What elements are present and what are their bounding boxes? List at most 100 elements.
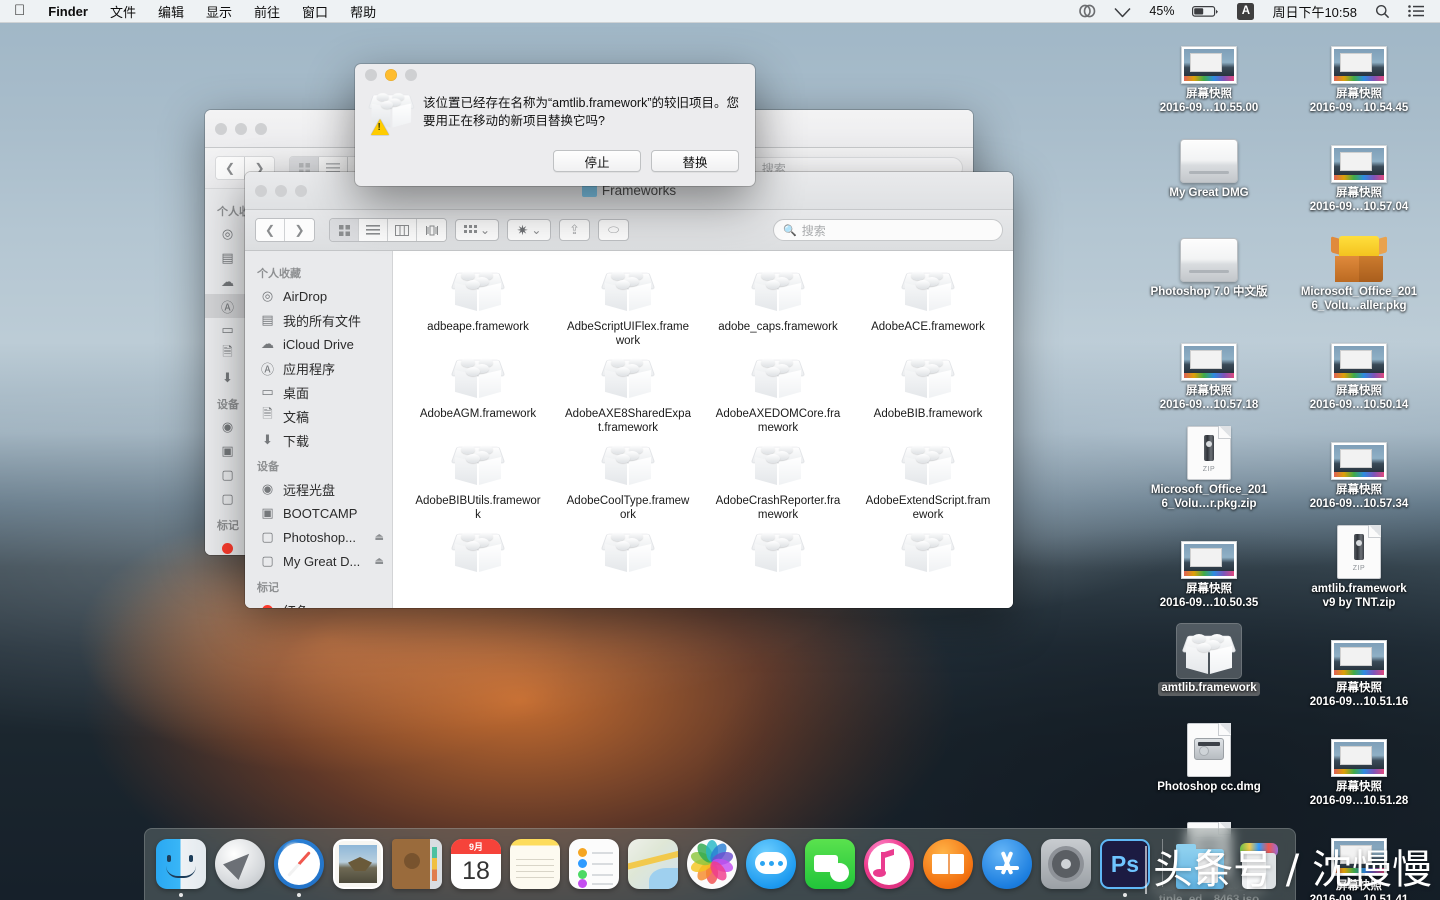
menu-item-edit[interactable]: 编辑 xyxy=(147,0,195,22)
replace-button[interactable]: 替换 xyxy=(651,150,739,172)
file-item[interactable]: adobe_caps.framework xyxy=(703,265,853,352)
window-controls-frameworks[interactable] xyxy=(245,184,307,197)
back-button[interactable]: ❮ xyxy=(216,157,245,179)
back-button[interactable]: ❮ xyxy=(256,219,285,241)
sidebar-item-all-my-files[interactable]: ▤ 我的所有文件 xyxy=(245,308,392,332)
apple-logo-icon[interactable]:  xyxy=(0,0,37,21)
sidebar-item-downloads[interactable]: ⬇ 下载 xyxy=(245,428,392,452)
dock-item-safari[interactable] xyxy=(273,839,325,897)
replace-confirmation-dialog[interactable]: 该位置已经存在名称为“amtlib.framework”的较旧项目。您要用正在移… xyxy=(355,64,755,186)
dock-item-ibooks[interactable] xyxy=(922,839,974,897)
alert-minimize-button[interactable] xyxy=(385,69,397,81)
dock[interactable]: 9月 18 Ps xyxy=(144,828,1296,900)
dock-item-trash[interactable] xyxy=(1233,843,1285,897)
nav-segment[interactable]: ❮ ❯ xyxy=(255,218,315,242)
eject-icon[interactable]: ⏏ xyxy=(375,532,384,543)
wifi-icon[interactable] xyxy=(1106,0,1139,22)
dock-item-maps[interactable] xyxy=(627,839,679,897)
dock-item-calendar[interactable]: 9月 18 xyxy=(450,839,502,897)
desktop-icon[interactable]: 屏幕快照 2016-09…10.55.00 xyxy=(1148,30,1270,115)
battery-icon[interactable] xyxy=(1184,0,1227,22)
eject-icon[interactable]: ⏏ xyxy=(375,556,384,567)
sidebar-item-applications[interactable]: Ⓐ 应用程序 xyxy=(245,356,392,380)
file-item[interactable]: AdobeBIB.framework xyxy=(853,352,1003,439)
close-button[interactable] xyxy=(215,122,227,135)
menu-item-window[interactable]: 窗口 xyxy=(291,0,339,22)
desktop-icon[interactable]: 屏幕快照 2016-09…10.57.34 xyxy=(1298,426,1420,511)
dock-item-reminders[interactable] xyxy=(568,839,620,897)
file-item[interactable]: AdobeAXEDOMCore.framework xyxy=(703,352,853,439)
battery-percent[interactable]: 45% xyxy=(1141,0,1182,22)
menu-bar-left[interactable]:  Finder 文件 编辑 显示 前往 窗口 帮助 xyxy=(0,0,387,22)
stop-button[interactable]: 停止 xyxy=(553,150,641,172)
alert-close-button[interactable] xyxy=(365,69,377,81)
dock-item-downloads-folder[interactable] xyxy=(1174,844,1226,897)
icon-view-button[interactable] xyxy=(330,219,359,241)
share-button[interactable]: ⇪ xyxy=(559,219,590,241)
dock-item-system-preferences[interactable] xyxy=(1040,839,1092,897)
menu-item-go[interactable]: 前往 xyxy=(243,0,291,22)
dock-item-messages[interactable] xyxy=(745,839,797,897)
sidebar-item-desktop[interactable]: ▭ 桌面 xyxy=(245,380,392,404)
desktop-icon[interactable]: 屏幕快照 2016-09…10.57.18 xyxy=(1148,327,1270,412)
desktop-icon-area[interactable]: 屏幕快照 2016-09…10.55.00 屏幕快照 2016-09…10.54.45… xyxy=(1134,30,1434,900)
file-item[interactable]: AdobeACE.framework xyxy=(853,265,1003,352)
menu-bar-status-area[interactable]: 45% A 周日下午10:58 xyxy=(1071,0,1440,22)
desktop-icon[interactable]: 屏幕快照 2016-09…10.51.41 xyxy=(1298,822,1420,900)
dock-item-notes[interactable] xyxy=(509,839,561,897)
dock-item-app-store[interactable] xyxy=(981,839,1033,897)
action-gear-button[interactable]: ✷ ⌄ xyxy=(507,219,551,241)
menu-item-finder[interactable]: Finder xyxy=(37,0,99,22)
menu-item-view[interactable]: 显示 xyxy=(195,0,243,22)
file-item[interactable]: AdobeBIBUtils.framework xyxy=(403,439,553,526)
notification-center-icon[interactable] xyxy=(1400,0,1432,22)
alert-button-row[interactable]: 停止 替换 xyxy=(355,150,755,186)
desktop-icon[interactable]: 屏幕快照 2016-09…10.54.45 xyxy=(1298,30,1420,115)
file-item[interactable]: AdobeCrashReporter.framework xyxy=(703,439,853,526)
file-item[interactable]: AdobeExtendScript.framework xyxy=(853,439,1003,526)
minimize-button[interactable] xyxy=(275,184,287,197)
file-item-partial[interactable] xyxy=(703,526,853,585)
sidebar-item-airdrop[interactable]: ◎ AirDrop xyxy=(245,284,392,308)
search-field[interactable]: 🔍 搜索 xyxy=(773,219,1003,241)
file-item[interactable]: AdobeAXE8SharedExpat.framework xyxy=(553,352,703,439)
sidebar-item-device-1[interactable]: ▣ BOOTCAMP xyxy=(245,501,392,525)
sidebar-item-device-0[interactable]: ◉ 远程光盘 xyxy=(245,477,392,501)
window-controls-background[interactable] xyxy=(205,122,267,135)
dock-item-mail[interactable] xyxy=(332,839,384,897)
coverflow-view-button[interactable] xyxy=(417,219,446,241)
sidebar-item-device-3[interactable]: ▢ My Great D... ⏏ xyxy=(245,549,392,573)
file-item[interactable]: AdobeCoolType.framework xyxy=(553,439,703,526)
dock-item-contacts[interactable] xyxy=(391,839,443,897)
sidebar-item-icloud-drive[interactable]: ☁ iCloud Drive xyxy=(245,332,392,356)
clock[interactable]: 周日下午10:58 xyxy=(1264,0,1365,22)
column-view-button[interactable] xyxy=(388,219,417,241)
toolbar-frameworks[interactable]: ❮ ❯ ⌄ ✷ ⌄ ⇪ ⬭ 🔍 搜索 xyxy=(245,210,1013,251)
file-item[interactable]: AdobeAGM.framework xyxy=(403,352,553,439)
file-item[interactable]: AdbeScriptUIFlex.framework xyxy=(553,265,703,352)
menu-item-file[interactable]: 文件 xyxy=(99,0,147,22)
desktop-icon[interactable]: 屏幕快照 2016-09…10.50.14 xyxy=(1298,327,1420,412)
file-item[interactable]: adbeape.framework xyxy=(403,265,553,352)
file-item-partial[interactable] xyxy=(853,526,1003,585)
tags-button[interactable]: ⬭ xyxy=(598,219,629,241)
desktop-icon[interactable]: ZIP amtlib.framework v9 by TNT.zip xyxy=(1298,525,1420,610)
view-mode-segment[interactable] xyxy=(329,218,447,242)
file-area[interactable]: adbeape.framework AdbeScriptUIFlex.framew… xyxy=(393,251,1013,608)
file-item-partial[interactable] xyxy=(553,526,703,585)
finder-window-frameworks[interactable]: Frameworks ❮ ❯ ⌄ ✷ ⌄ ⇪ ⬭ 🔍 搜索 个人收藏 ◎ Air… xyxy=(245,172,1013,608)
desktop-icon[interactable]: Microsoft_Office_2016_Volu…aller.pkg xyxy=(1298,228,1420,313)
desktop-icon[interactable]: amtlib.framework xyxy=(1148,623,1270,709)
sidebar[interactable]: 个人收藏 ◎ AirDrop ▤ 我的所有文件 ☁ iCloud Drive Ⓐ 应用程序 ▭ 桌面… xyxy=(245,251,393,608)
desktop-icon[interactable]: 屏幕快照 2016-09…10.51.28 xyxy=(1298,723,1420,808)
dock-item-itunes[interactable] xyxy=(863,839,915,897)
dock-item-facetime[interactable] xyxy=(804,839,856,897)
desktop-icon[interactable]: 屏幕快照 2016-09…10.57.04 xyxy=(1298,129,1420,214)
dock-item-photos[interactable] xyxy=(686,839,738,897)
menu-bar[interactable]:  Finder 文件 编辑 显示 前往 窗口 帮助 45% A 周日下午10:… xyxy=(0,0,1440,23)
list-view-button[interactable] xyxy=(359,219,388,241)
close-button[interactable] xyxy=(255,184,267,197)
menu-item-help[interactable]: 帮助 xyxy=(339,0,387,22)
alert-zoom-button[interactable] xyxy=(405,69,417,81)
alert-titlebar[interactable] xyxy=(355,64,755,86)
